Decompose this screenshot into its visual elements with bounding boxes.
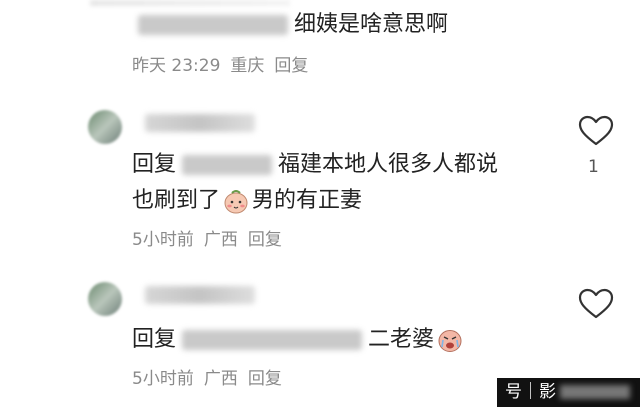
comment-text-line2b: 男的有正妻 — [252, 188, 363, 213]
avatar[interactable] — [88, 110, 122, 144]
watermark: 号｜影 — [497, 378, 640, 407]
blurred-username[interactable] — [145, 114, 255, 132]
reply-button[interactable]: 回复 — [248, 369, 282, 389]
watermark-text: 号｜影 — [505, 382, 556, 402]
blurred-username — [182, 155, 273, 175]
blurred-username — [182, 330, 363, 350]
comment-time: 5小时前 — [132, 369, 194, 389]
comment-location: 广西 — [203, 230, 238, 250]
comment-list: 细姨是啥意思啊 昨天 23:29 重庆 回复 回复 福建本地人很多人都说 也刷到了 男… — [0, 0, 640, 407]
comment-text: 细姨是啥意思啊 — [132, 10, 448, 40]
reply-prefix: 回复 — [132, 152, 177, 177]
comment-text: 回复 福建本地人很多人都说 — [132, 150, 498, 180]
comment-text-line1: 福建本地人很多人都说 — [278, 152, 499, 177]
like-count: 1 — [588, 157, 599, 177]
blushing-face-emoji-icon — [224, 190, 248, 214]
comment-text-second-line: 也刷到了 男的有正妻 — [132, 186, 362, 216]
comment-time: 5小时前 — [132, 230, 194, 250]
comment-meta: 昨天 23:29 重庆 回复 — [132, 55, 318, 77]
blurred-username[interactable] — [145, 286, 255, 304]
reply-text: 二老婆 — [368, 327, 435, 352]
comment-location: 广西 — [203, 369, 238, 389]
reply-button[interactable]: 回复 — [248, 230, 282, 250]
reply-prefix: 回复 — [132, 327, 177, 352]
reply-button[interactable]: 回复 — [274, 56, 308, 76]
comment-meta: 5小时前 广西 回复 — [132, 368, 292, 390]
crying-face-emoji-icon — [438, 330, 462, 352]
blurred-watermark — [560, 385, 630, 399]
comment-text: 回复 二老婆 — [132, 325, 466, 355]
comment-location: 重庆 — [230, 56, 265, 76]
comment-time: 昨天 23:29 — [132, 56, 221, 76]
avatar[interactable] — [88, 282, 122, 316]
reply-text: 细姨是啥意思啊 — [294, 12, 449, 37]
blurred-username — [138, 15, 288, 35]
comment-meta: 5小时前 广西 回复 — [132, 229, 292, 251]
heart-outline-icon[interactable] — [578, 115, 614, 147]
comment-text-line2a: 也刷到了 — [132, 188, 221, 213]
heart-outline-icon[interactable] — [578, 288, 614, 320]
cropped-previous-content — [90, 0, 290, 6]
